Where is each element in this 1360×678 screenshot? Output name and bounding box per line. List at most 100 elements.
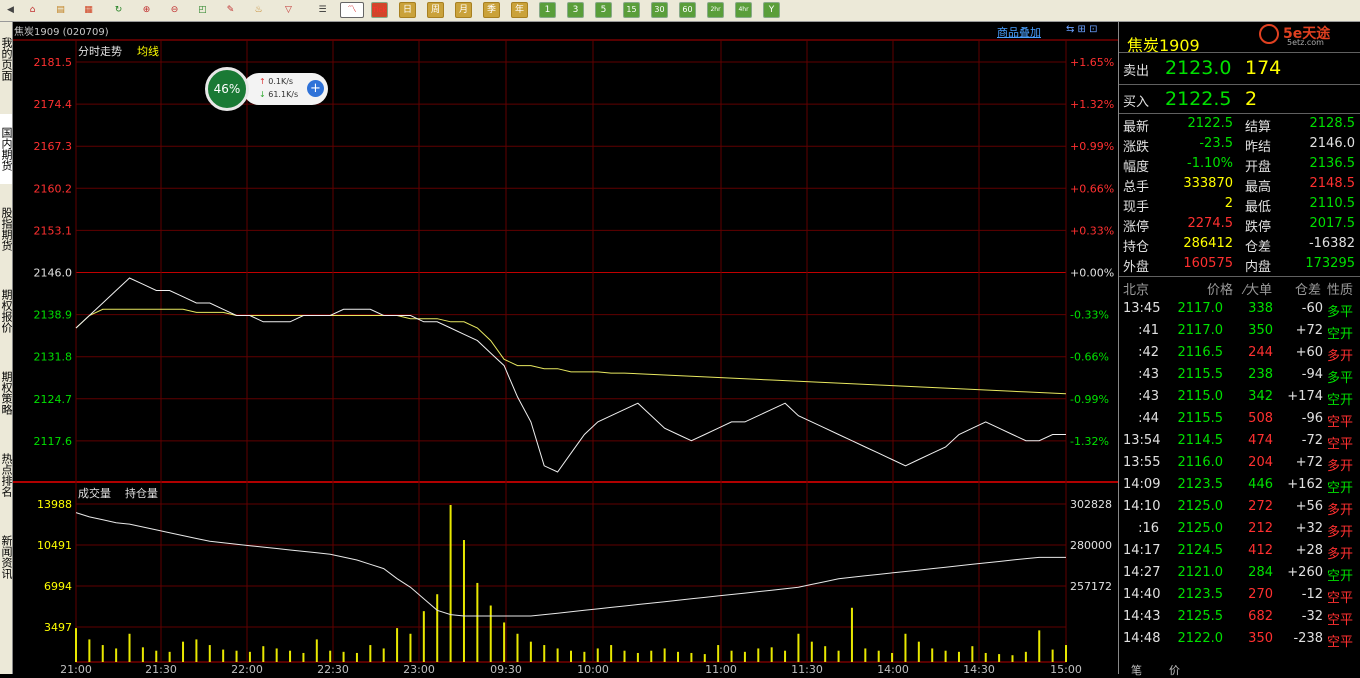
volume-bar <box>797 633 800 662</box>
toolbar-btn-5min[interactable]: 5 <box>595 2 612 18</box>
avg-price-line <box>75 308 1067 395</box>
pct-tick-label: -0.66% <box>1070 351 1109 364</box>
toolbar-btn-2hr[interactable]: 2hr <box>707 2 724 18</box>
volume-bar <box>984 652 987 662</box>
volume-bar <box>556 648 559 662</box>
chart-symbol-label: 焦炭1909 (020709) <box>14 27 109 38</box>
folder-icon[interactable]: ▤ <box>52 2 69 18</box>
stat-label: 涨跌 <box>1123 140 1150 155</box>
toolbar-btn-tick[interactable]: Tick <box>371 2 388 18</box>
toolbar-btn-day[interactable]: 日 <box>399 2 416 18</box>
tab-index-futures[interactable]: 股指期货 <box>0 198 13 260</box>
draw-icon[interactable]: ✎ <box>222 2 239 18</box>
tab-my-page[interactable]: 我的页面 <box>0 28 13 90</box>
left-tab-bar: 我的页面 国内期货 股指期货 期权报价 期权策略 热点排名 新闻资讯 <box>0 22 13 674</box>
list-icon[interactable]: ☰ <box>314 2 331 18</box>
tick-diff: +72 <box>1295 455 1323 470</box>
timeshare-icon[interactable]: 〽 <box>340 2 364 18</box>
volume-bar <box>235 650 238 662</box>
volume-bar <box>703 654 706 662</box>
back-icon[interactable]: ◀ <box>2 2 19 18</box>
price-tick-label: 2174.4 <box>34 98 73 111</box>
volume-bar <box>462 540 465 662</box>
filter-icon[interactable]: ▽ <box>280 2 297 18</box>
stat-label: 总手 <box>1123 180 1150 195</box>
news-icon[interactable]: ▦ <box>80 2 97 18</box>
stat-label: 跌停 <box>1245 220 1272 235</box>
volume-bar <box>677 651 680 662</box>
tick-volume: 238 <box>1248 367 1273 382</box>
volume-tick-label: 3497 <box>44 621 72 634</box>
volume-bar <box>516 633 519 662</box>
toolbar-btn-quarter[interactable]: 季 <box>483 2 500 18</box>
volume-bar <box>1038 630 1041 662</box>
volume-bar <box>529 641 532 662</box>
volume-bar <box>690 652 693 662</box>
tab-hot-ranking[interactable]: 热点排名 <box>0 444 13 506</box>
volume-bar <box>757 648 760 662</box>
network-speed-widget[interactable]: ↑ 0.1K/s ↓ 61.1K/s + 46% <box>205 67 328 111</box>
upload-speed: ↑ 0.1K/s <box>259 77 294 86</box>
stat-value: 160575 <box>1183 256 1233 271</box>
add-icon[interactable]: + <box>307 80 324 97</box>
tick-price: 2125.0 <box>1177 521 1224 536</box>
tick-time: 14:17 <box>1123 543 1161 558</box>
tab-news[interactable]: 新闻资讯 <box>0 526 13 588</box>
commodity-overlay-button[interactable]: 商品叠加 <box>997 24 1041 40</box>
price-tick-label: 2167.3 <box>34 140 73 153</box>
toolbar-btn-year[interactable]: 年 <box>511 2 528 18</box>
tab-by-trade[interactable]: 笔 <box>1131 662 1142 678</box>
toolbar-btn-4hr[interactable]: 4hr <box>735 2 752 18</box>
chart-nav-icons[interactable]: ⇆ ⊞ ⊡ <box>1066 24 1098 35</box>
stat-label: 幅度 <box>1123 160 1150 175</box>
alert-icon[interactable]: ♨ <box>250 2 267 18</box>
tick-time: :16 <box>1138 521 1159 536</box>
zoom-out-icon[interactable]: ⊖ <box>166 2 183 18</box>
stat-value: 2136.5 <box>1309 156 1356 171</box>
tab-domestic-futures[interactable]: 国内期货 <box>0 114 13 184</box>
ask-price: 2123.0 <box>1165 57 1232 79</box>
toolbar-btn-month[interactable]: 月 <box>455 2 472 18</box>
price-tick-label: 2153.1 <box>34 224 73 237</box>
volume-bar <box>877 650 880 662</box>
zoom-in-icon[interactable]: ⊕ <box>138 2 155 18</box>
tick-diff: +72 <box>1295 323 1323 338</box>
tab-option-quotes[interactable]: 期权报价 <box>0 280 13 342</box>
tick-nature: 空开 <box>1327 481 1354 496</box>
toolbar-btn-week[interactable]: 周 <box>427 2 444 18</box>
tab-by-price[interactable]: 价 <box>1169 662 1180 678</box>
tick-volume: 682 <box>1248 609 1273 624</box>
refresh-icon[interactable]: ↻ <box>110 2 127 18</box>
time-tick-label: 10:00 <box>577 663 609 674</box>
home-icon[interactable]: ⌂ <box>24 2 41 18</box>
stat-label: 内盘 <box>1245 260 1272 275</box>
stat-value: 286412 <box>1183 236 1233 251</box>
stat-label: 昨结 <box>1245 140 1272 155</box>
time-tick-label: 22:00 <box>231 663 263 674</box>
toolbar-btn-y[interactable]: Y <box>763 2 780 18</box>
pct-tick-label: +0.00% <box>1070 267 1114 280</box>
volume-bar <box>128 633 131 662</box>
volume-bar <box>382 648 385 662</box>
tick-price: 2115.5 <box>1177 411 1224 426</box>
stat-label: 最低 <box>1245 200 1272 215</box>
tick-price: 2125.0 <box>1177 499 1224 514</box>
toolbar-btn-30min[interactable]: 30 <box>651 2 668 18</box>
toolbar-btn-1min[interactable]: 1 <box>539 2 556 18</box>
time-tick-label: 14:30 <box>963 663 995 674</box>
tick-time: 13:55 <box>1123 455 1161 470</box>
toolbar-btn-15min[interactable]: 15 <box>623 2 640 18</box>
tick-volume: 338 <box>1248 301 1273 316</box>
toolbar-btn-60min[interactable]: 60 <box>679 2 696 18</box>
volume-bar <box>182 641 185 662</box>
toolbar-btn-3min[interactable]: 3 <box>567 2 584 18</box>
tab-option-strategy[interactable]: 期权策略 <box>0 362 13 424</box>
tick-nature: 空平 <box>1327 437 1354 452</box>
tick-nature: 空平 <box>1327 613 1354 628</box>
openint-line <box>75 512 1066 617</box>
volume-bar <box>850 607 853 662</box>
timeshare-chart[interactable]: 2181.5 +1.65% 2174.4 +1.32% 2167.3 +0.99% 2160… <box>13 22 1118 674</box>
bid-label: 买入 <box>1123 95 1150 110</box>
window-icon[interactable]: ◰ <box>194 2 211 18</box>
tick-volume: 342 <box>1248 389 1273 404</box>
